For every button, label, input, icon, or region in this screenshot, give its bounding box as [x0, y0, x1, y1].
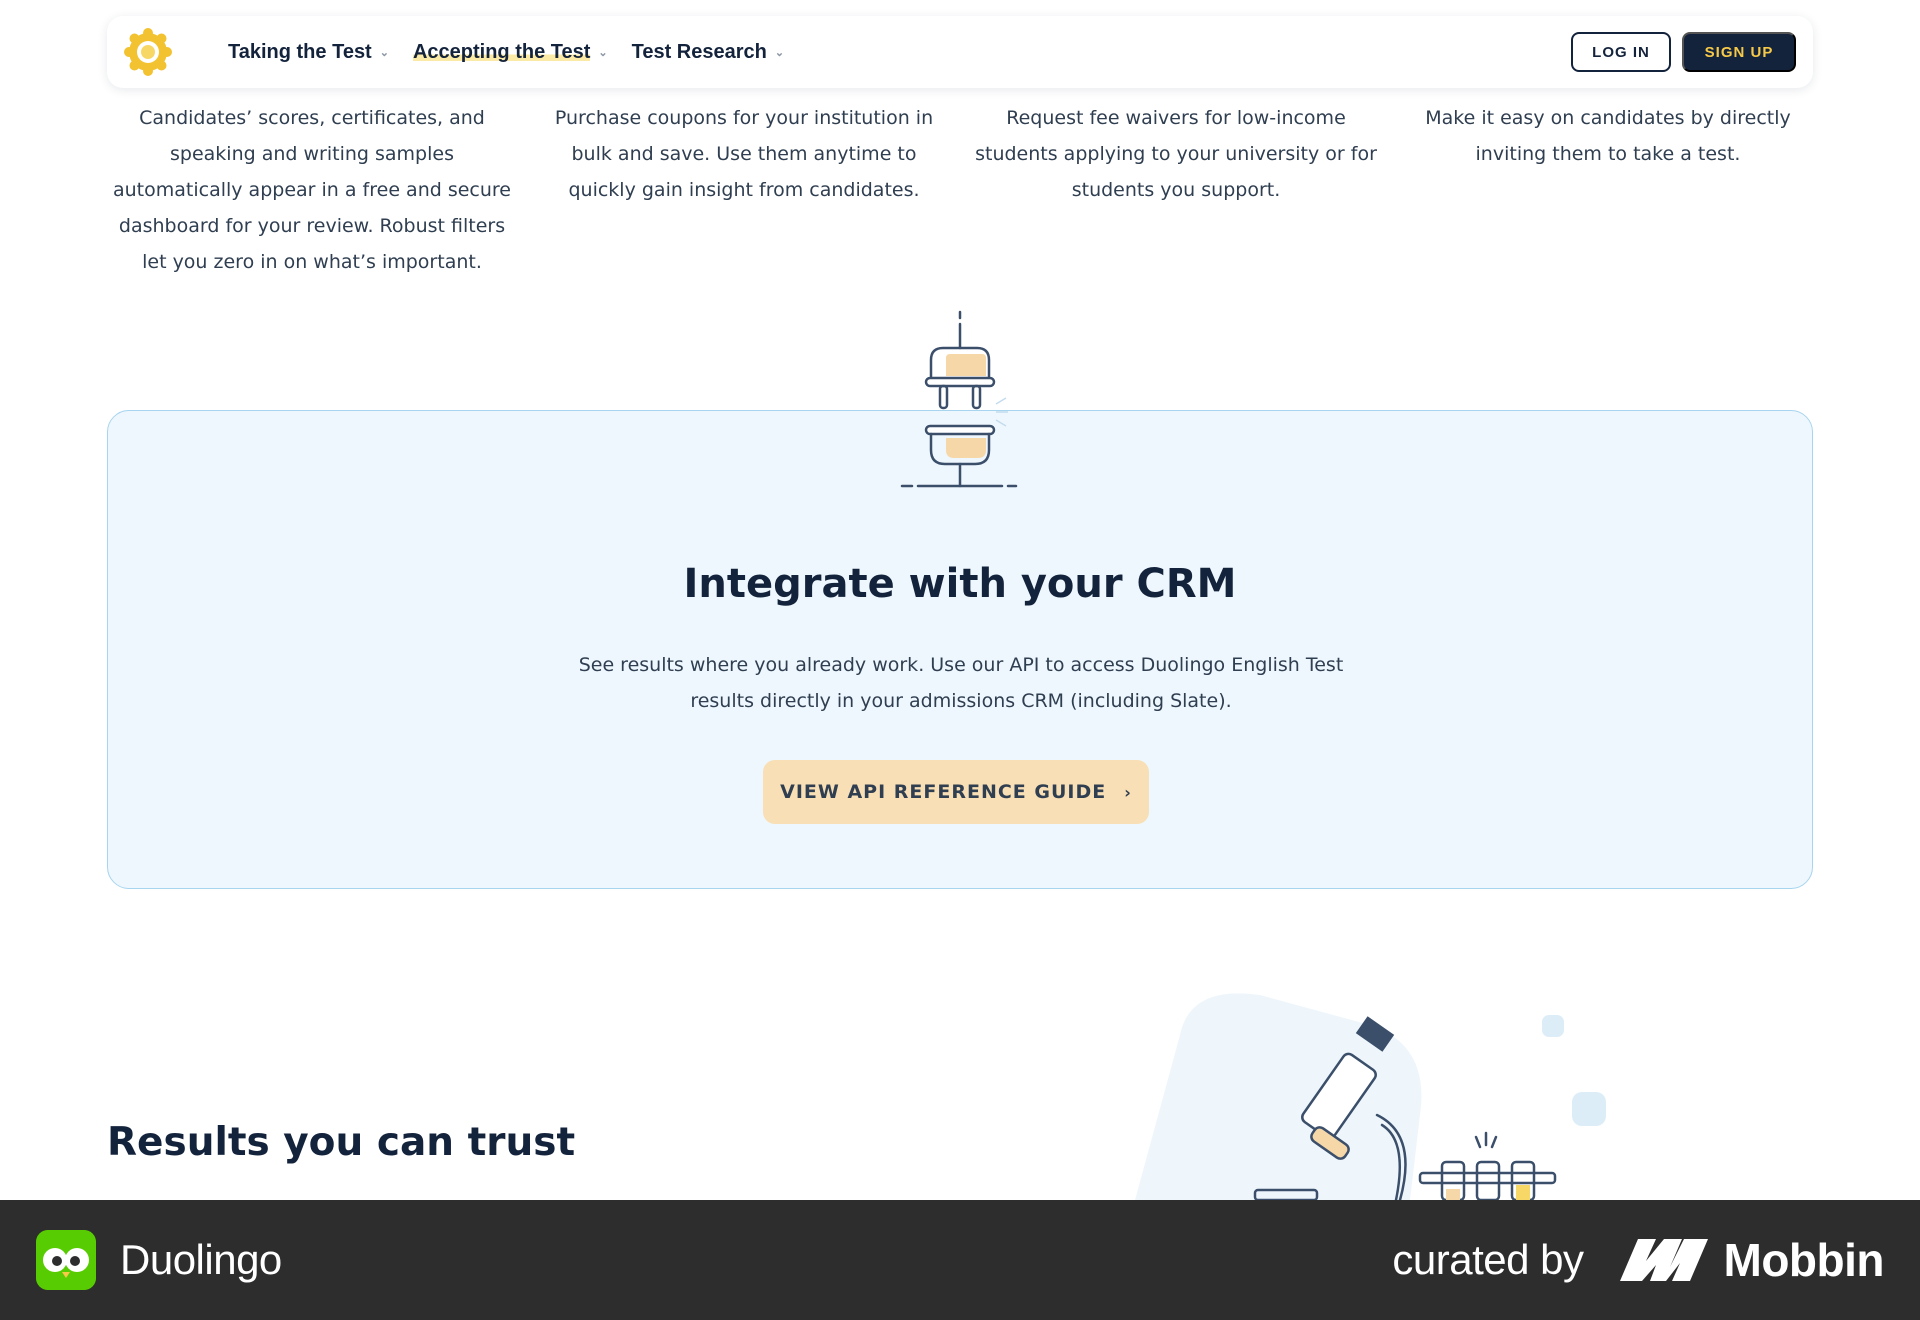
chevron-down-icon: ⌄	[598, 46, 608, 59]
crm-description: See results where you already work. Use …	[578, 654, 1344, 712]
api-reference-guide-label: VIEW API REFERENCE GUIDE	[780, 781, 1107, 803]
mobbin-footer: Duolingo curated by Mobbin	[0, 1200, 1920, 1320]
results-title: Results you can trust	[107, 1120, 576, 1165]
duolingo-owl-icon	[36, 1230, 96, 1290]
nav-taking-the-test[interactable]: Taking the Test ⌄	[228, 41, 389, 64]
mobbin-logo-icon	[1619, 1239, 1708, 1281]
nav-accepting-the-test-label: Accepting the Test	[412, 40, 591, 64]
feature-fee-waivers-text: Request fee waivers for low-income stude…	[975, 107, 1377, 201]
microscope-illustration	[1135, 993, 1606, 1200]
feature-coupons-text: Purchase coupons for your institution in…	[554, 107, 934, 201]
footer-curated-by: curated by	[1392, 1236, 1584, 1283]
chevron-down-icon: ⌄	[774, 46, 785, 59]
api-reference-guide-button[interactable]: VIEW API REFERENCE GUIDE ›	[763, 760, 1149, 824]
footer-mobbin-name: Mobbin	[1723, 1234, 1885, 1286]
top-navbar: Taking the Test ⌄ Accepting the Test ⌄ T…	[107, 16, 1813, 88]
feature-dashboard-text: Candidates’ scores, certificates, and sp…	[112, 107, 511, 273]
feature-columns: Candidates’ scores, certificates, and sp…	[107, 100, 1813, 280]
nav-accepting-the-test[interactable]: Accepting the Test ⌄	[412, 40, 608, 64]
nav-test-research[interactable]: Test Research ⌄	[632, 41, 784, 64]
login-button[interactable]: LOG IN	[1571, 32, 1671, 72]
plug-illustration	[900, 310, 1018, 488]
nav-taking-the-test-label: Taking the Test	[228, 40, 372, 63]
footer-app-name: Duolingo	[120, 1236, 282, 1283]
chevron-right-icon: ›	[1124, 782, 1132, 802]
feature-invite-text: Make it easy on candidates by directly i…	[1425, 107, 1791, 165]
det-logo-icon[interactable]	[124, 28, 172, 76]
nav-test-research-label: Test Research	[631, 40, 767, 63]
crm-title: Integrate with your CRM	[683, 561, 1237, 607]
chevron-down-icon: ⌄	[379, 46, 389, 59]
signup-button[interactable]: SIGN UP	[1682, 32, 1796, 72]
